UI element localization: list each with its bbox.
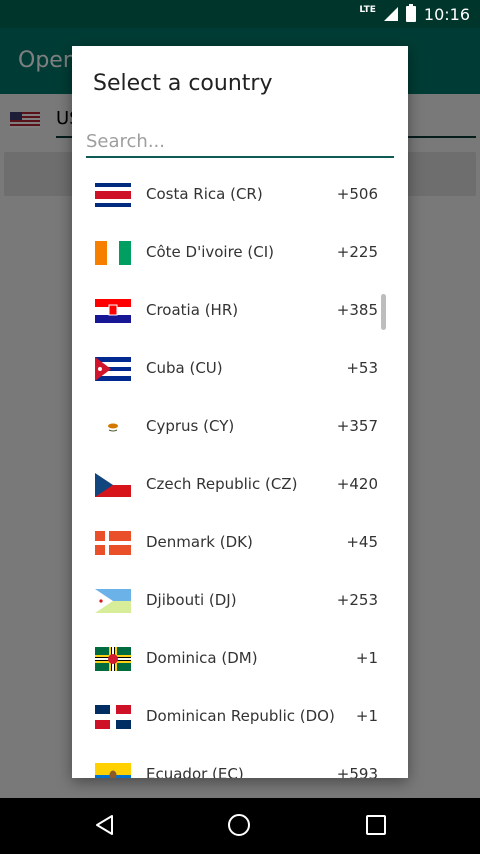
country-dial-code: +385 [336,301,378,319]
country-row[interactable]: Denmark (DK) +45 [72,514,408,572]
djibouti-flag-icon [95,589,131,613]
country-row[interactable]: Djibouti (DJ) +253 [72,572,408,630]
country-row[interactable]: Costa Rica (CR) +506 [72,166,408,224]
country-name: Cuba (CU) [146,359,223,377]
country-dial-code: +45 [346,533,378,551]
country-dial-code: +225 [336,243,378,261]
battery-icon [405,4,416,22]
country-dial-code: +53 [346,359,378,377]
dialog-title: Select a country [93,71,273,96]
dominica-flag-icon [95,647,131,671]
country-name: Czech Republic (CZ) [146,475,298,493]
cote-divoire-flag-icon [95,241,131,265]
country-name: Djibouti (DJ) [146,591,237,609]
ecuador-flag-icon [95,763,131,778]
country-name: Ecuador (EC) [146,765,244,778]
back-icon[interactable] [94,814,116,836]
czech-republic-flag-icon [95,473,131,497]
country-row[interactable]: Dominican Republic (DO) +1 [72,688,408,746]
country-dial-code: +357 [336,417,378,435]
status-bar: LTE 10:16 [0,0,480,28]
clock: 10:16 [423,4,470,24]
recent-apps-icon[interactable] [366,815,386,835]
country-row[interactable]: Côte D'ivoire (CI) +225 [72,224,408,282]
country-name: Cyprus (CY) [146,417,235,435]
country-name: Côte D'ivoire (CI) [146,243,275,261]
country-row[interactable]: Cuba (CU) +53 [72,340,408,398]
home-icon[interactable] [228,814,250,836]
country-dial-code: +506 [336,185,378,203]
search-input[interactable] [86,126,394,158]
cyprus-flag-icon [95,415,131,439]
country-name: Croatia (HR) [146,301,239,319]
network-type-label: LTE [359,5,376,15]
country-name: Dominica (DM) [146,649,258,667]
country-row[interactable]: Ecuador (EC) +593 [72,746,408,778]
denmark-flag-icon [95,531,131,555]
cuba-flag-icon [95,357,131,381]
country-row[interactable]: Cyprus (CY) +357 [72,398,408,456]
list-scrollbar[interactable] [381,294,386,330]
country-dial-code: +593 [336,765,378,778]
signal-icon [383,7,398,21]
costa-rica-flag-icon [95,183,131,207]
country-dial-code: +1 [355,649,378,667]
country-dial-code: +420 [336,475,378,493]
country-name: Denmark (DK) [146,533,253,551]
country-row[interactable]: Dominica (DM) +1 [72,630,408,688]
country-name: Dominican Republic (DO) [146,707,335,725]
navigation-bar [0,798,480,854]
country-row[interactable]: Croatia (HR) +385 [72,282,408,340]
country-list[interactable]: Costa Rica (CR) +506 Côte D'ivoire (CI) … [72,166,408,778]
country-picker-dialog: Select a country Costa Rica (CR) +506 Cô… [72,46,408,778]
country-name: Costa Rica (CR) [146,185,263,203]
country-row[interactable]: Czech Republic (CZ) +420 [72,456,408,514]
croatia-flag-icon [95,299,131,323]
dominican-republic-flag-icon [95,705,131,729]
country-dial-code: +253 [336,591,378,609]
country-dial-code: +1 [355,707,378,725]
